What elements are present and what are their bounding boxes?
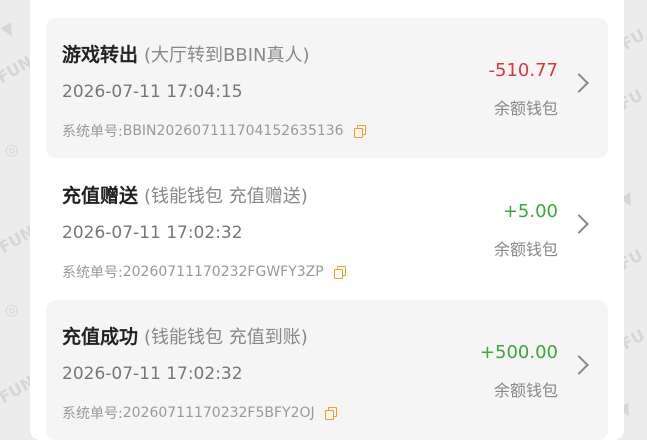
- transaction-title-row: 游戏转出 (大厅转到BBIN真人): [62, 40, 310, 67]
- chevron-right-icon[interactable]: [569, 355, 589, 375]
- order-number-row: 系统单号: BBIN20260711170415263513​6: [62, 121, 366, 141]
- transaction-amount: -510.77: [488, 60, 558, 81]
- transaction-amount: +5.00: [502, 201, 558, 222]
- order-number: 20260711170232F5BFY2OJ: [122, 405, 315, 421]
- transaction-title-row: 充值赠送 (钱能钱包 充值赠送): [62, 181, 308, 208]
- order-number-row: 系统单号: 20260711170232FGWFY3ZP: [62, 262, 346, 282]
- transaction-subtitle: (大厅转到BBIN真人): [144, 45, 310, 66]
- order-number-row: 系统单号: 20260711170232F5BFY2OJ: [62, 403, 337, 423]
- wallet-label: 余额钱包: [493, 381, 558, 400]
- transaction-card[interactable]: 充值赠送 (钱能钱包 充值赠送) 2026-07-11 17:02:32 系统单号…: [46, 159, 608, 299]
- transaction-title-row: 充值成功 (钱能钱包 充值到账): [62, 322, 308, 349]
- transaction-title: 游戏转出: [62, 44, 139, 66]
- copy-icon[interactable]: [324, 407, 337, 420]
- transaction-time: 2026-07-11 17:02:32: [62, 223, 243, 243]
- order-number-label: 系统单号:: [62, 406, 123, 422]
- transaction-title: 充值成功: [62, 326, 139, 348]
- chevron-right-icon[interactable]: [569, 214, 589, 234]
- order-number: 20260711170232FGWFY3ZP: [122, 264, 324, 280]
- order-number-label: 系统单号:: [62, 124, 123, 140]
- transaction-card[interactable]: 充值成功 (钱能钱包 充值到账) 2026-07-11 17:02:32 系统单号…: [46, 300, 608, 440]
- order-number-label: 系统单号:: [62, 265, 123, 281]
- transaction-list-panel: 游戏转出 (大厅转到BBIN真人) 2026-07-11 17:04:15 系统单…: [30, 0, 624, 440]
- copy-icon[interactable]: [353, 125, 366, 138]
- copy-icon[interactable]: [333, 266, 346, 279]
- transaction-subtitle: (钱能钱包 充值到账): [144, 327, 308, 348]
- wallet-label: 余额钱包: [493, 240, 558, 259]
- transaction-card[interactable]: 游戏转出 (大厅转到BBIN真人) 2026-07-11 17:04:15 系统单…: [46, 18, 608, 158]
- transaction-amount: +500.00: [479, 342, 558, 363]
- wallet-label: 余额钱包: [493, 99, 558, 118]
- chevron-right-icon[interactable]: [569, 73, 589, 93]
- transaction-time: 2026-07-11 17:04:15: [62, 82, 243, 102]
- transaction-title: 充值赠送: [62, 185, 139, 207]
- transaction-subtitle: (钱能钱包 充值赠送): [144, 186, 308, 207]
- transaction-time: 2026-07-11 17:02:32: [62, 364, 243, 384]
- order-number: BBIN20260711170415263513​6: [122, 123, 344, 139]
- background-decoration-left: ▼ FUN ◎ FUN ◎ FUN: [0, 18, 30, 408]
